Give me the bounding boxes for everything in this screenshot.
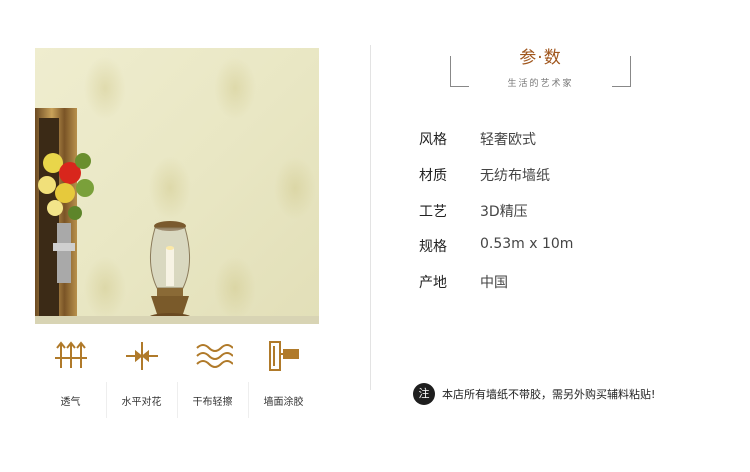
spec-value: 3D精压 <box>480 204 528 220</box>
product-photo <box>35 48 319 324</box>
heading-subtitle: 生活的艺术家 <box>507 79 574 89</box>
feature-label: 墙面涂胶 <box>263 397 304 408</box>
heading-title: 参·数 <box>519 48 562 68</box>
spec-key: 工艺 <box>419 204 447 220</box>
feature-pattern-align: 水平对花 <box>106 338 177 418</box>
vertical-divider <box>370 45 371 390</box>
feature-breathable: 透气 <box>35 338 106 418</box>
flower-vase-image <box>38 153 94 283</box>
feature-row: 透气 水平对花 干布轻擦 墙面涂胶 <box>35 338 319 418</box>
spec-key: 风格 <box>419 132 447 148</box>
spec-heading: 参·数 生活的艺术家 <box>450 48 631 89</box>
spec-value: 0.53m x 10m <box>480 236 574 252</box>
glue-roller-icon <box>268 341 299 371</box>
hurricane-lamp-image <box>148 221 192 323</box>
spec-value: 无纺布墙纸 <box>480 168 550 184</box>
spec-key: 材质 <box>419 168 447 184</box>
feature-wipe: 干布轻擦 <box>177 338 248 418</box>
wave-wipe-icon <box>195 344 233 368</box>
spec-value: 中国 <box>480 275 508 291</box>
feature-label: 透气 <box>60 397 81 408</box>
feature-label: 水平对花 <box>121 397 162 408</box>
note-icon: 注 <box>413 383 435 405</box>
note-text: 本店所有墙纸不带胶，需另外购买辅料粘贴! <box>442 388 656 401</box>
spec-key: 规格 <box>419 239 447 255</box>
spec-value: 轻奢欧式 <box>480 132 536 148</box>
spec-key: 产地 <box>419 275 447 291</box>
wall-ledge <box>35 316 319 324</box>
feature-glue: 墙面涂胶 <box>248 338 319 418</box>
breathable-arrows-icon <box>54 341 87 368</box>
feature-label: 干布轻擦 <box>192 397 233 408</box>
pattern-align-icon <box>125 342 158 370</box>
